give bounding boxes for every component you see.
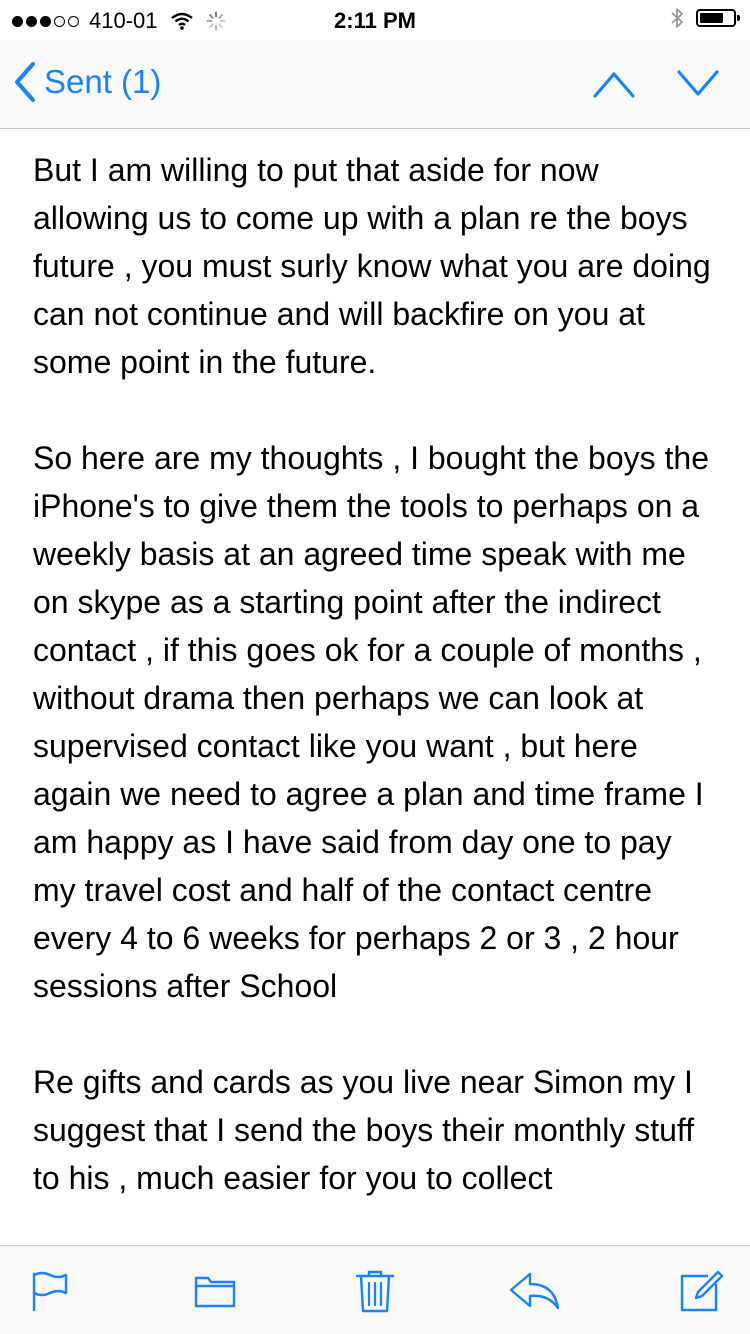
mail-message-screen: 410-01 2:11 PM Sent (1) But I am willing… xyxy=(0,0,750,1334)
next-message-button[interactable] xyxy=(676,66,720,102)
back-button-label: Sent (1) xyxy=(44,63,162,100)
reply-button[interactable] xyxy=(508,1268,562,1314)
message-body: But I am willing to put that aside for n… xyxy=(33,128,723,1245)
chevron-down-icon xyxy=(677,70,719,96)
bottom-toolbar xyxy=(0,1245,750,1334)
battery-level xyxy=(700,13,723,23)
trash-icon xyxy=(355,1270,395,1313)
previous-message-button[interactable] xyxy=(592,66,636,102)
flag-icon xyxy=(32,1271,68,1312)
status-right xyxy=(670,6,740,30)
folder-icon xyxy=(194,1276,236,1308)
reply-icon xyxy=(509,1272,560,1310)
message-navigation xyxy=(592,66,720,102)
compose-icon xyxy=(680,1270,724,1312)
back-button[interactable]: Sent (1) xyxy=(14,62,161,102)
chevron-up-icon xyxy=(593,72,635,98)
compose-button[interactable] xyxy=(678,1268,724,1314)
trash-button[interactable] xyxy=(352,1268,398,1314)
message-paragraph: But I am willing to put that aside for n… xyxy=(33,152,711,380)
status-bar: 410-01 2:11 PM xyxy=(0,0,750,40)
message-paragraph: Re gifts and cards as you live near Simo… xyxy=(33,1064,695,1196)
back-chevron-icon xyxy=(14,62,36,102)
navigation-bar: Sent (1) xyxy=(0,40,750,129)
message-paragraph: So here are my thoughts , I bought the b… xyxy=(33,440,709,1004)
move-to-folder-button[interactable] xyxy=(192,1268,238,1314)
flag-button[interactable] xyxy=(28,1268,74,1314)
status-time: 2:11 PM xyxy=(334,8,416,33)
bluetooth-icon xyxy=(670,6,684,30)
battery-icon xyxy=(696,9,740,27)
